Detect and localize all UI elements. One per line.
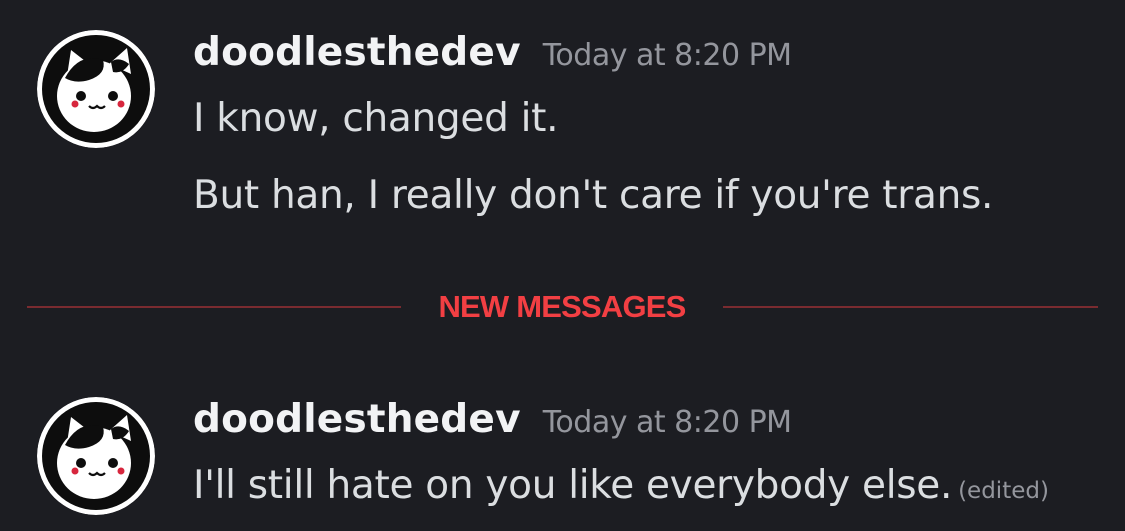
edited-label: (edited) — [958, 478, 1049, 504]
avatar[interactable] — [37, 30, 155, 148]
username[interactable]: doodlesthedev — [193, 30, 521, 75]
new-messages-divider: NEW MESSAGES — [27, 287, 1098, 327]
cat-avatar-icon — [37, 397, 155, 515]
timestamp[interactable]: Today at 8:20 PM — [543, 38, 792, 73]
message-text-content: I'll still hate on you like everybody el… — [193, 463, 953, 508]
avatar[interactable] — [37, 397, 155, 515]
message-header: doodlesthedev Today at 8:20 PM — [193, 33, 792, 72]
message-header: doodlesthedev Today at 8:20 PM — [193, 400, 792, 439]
username[interactable]: doodlesthedev — [193, 397, 521, 442]
message-text: I know, changed it. — [193, 96, 559, 141]
divider-line-right — [723, 306, 1098, 308]
new-messages-label: NEW MESSAGES — [438, 289, 686, 324]
timestamp[interactable]: Today at 8:20 PM — [543, 405, 792, 440]
message-text: But han, I really don't care if you're t… — [193, 173, 994, 218]
message-text: I'll still hate on you like everybody el… — [193, 466, 1049, 505]
cat-avatar-icon — [37, 30, 155, 148]
divider-line-left — [27, 306, 401, 308]
